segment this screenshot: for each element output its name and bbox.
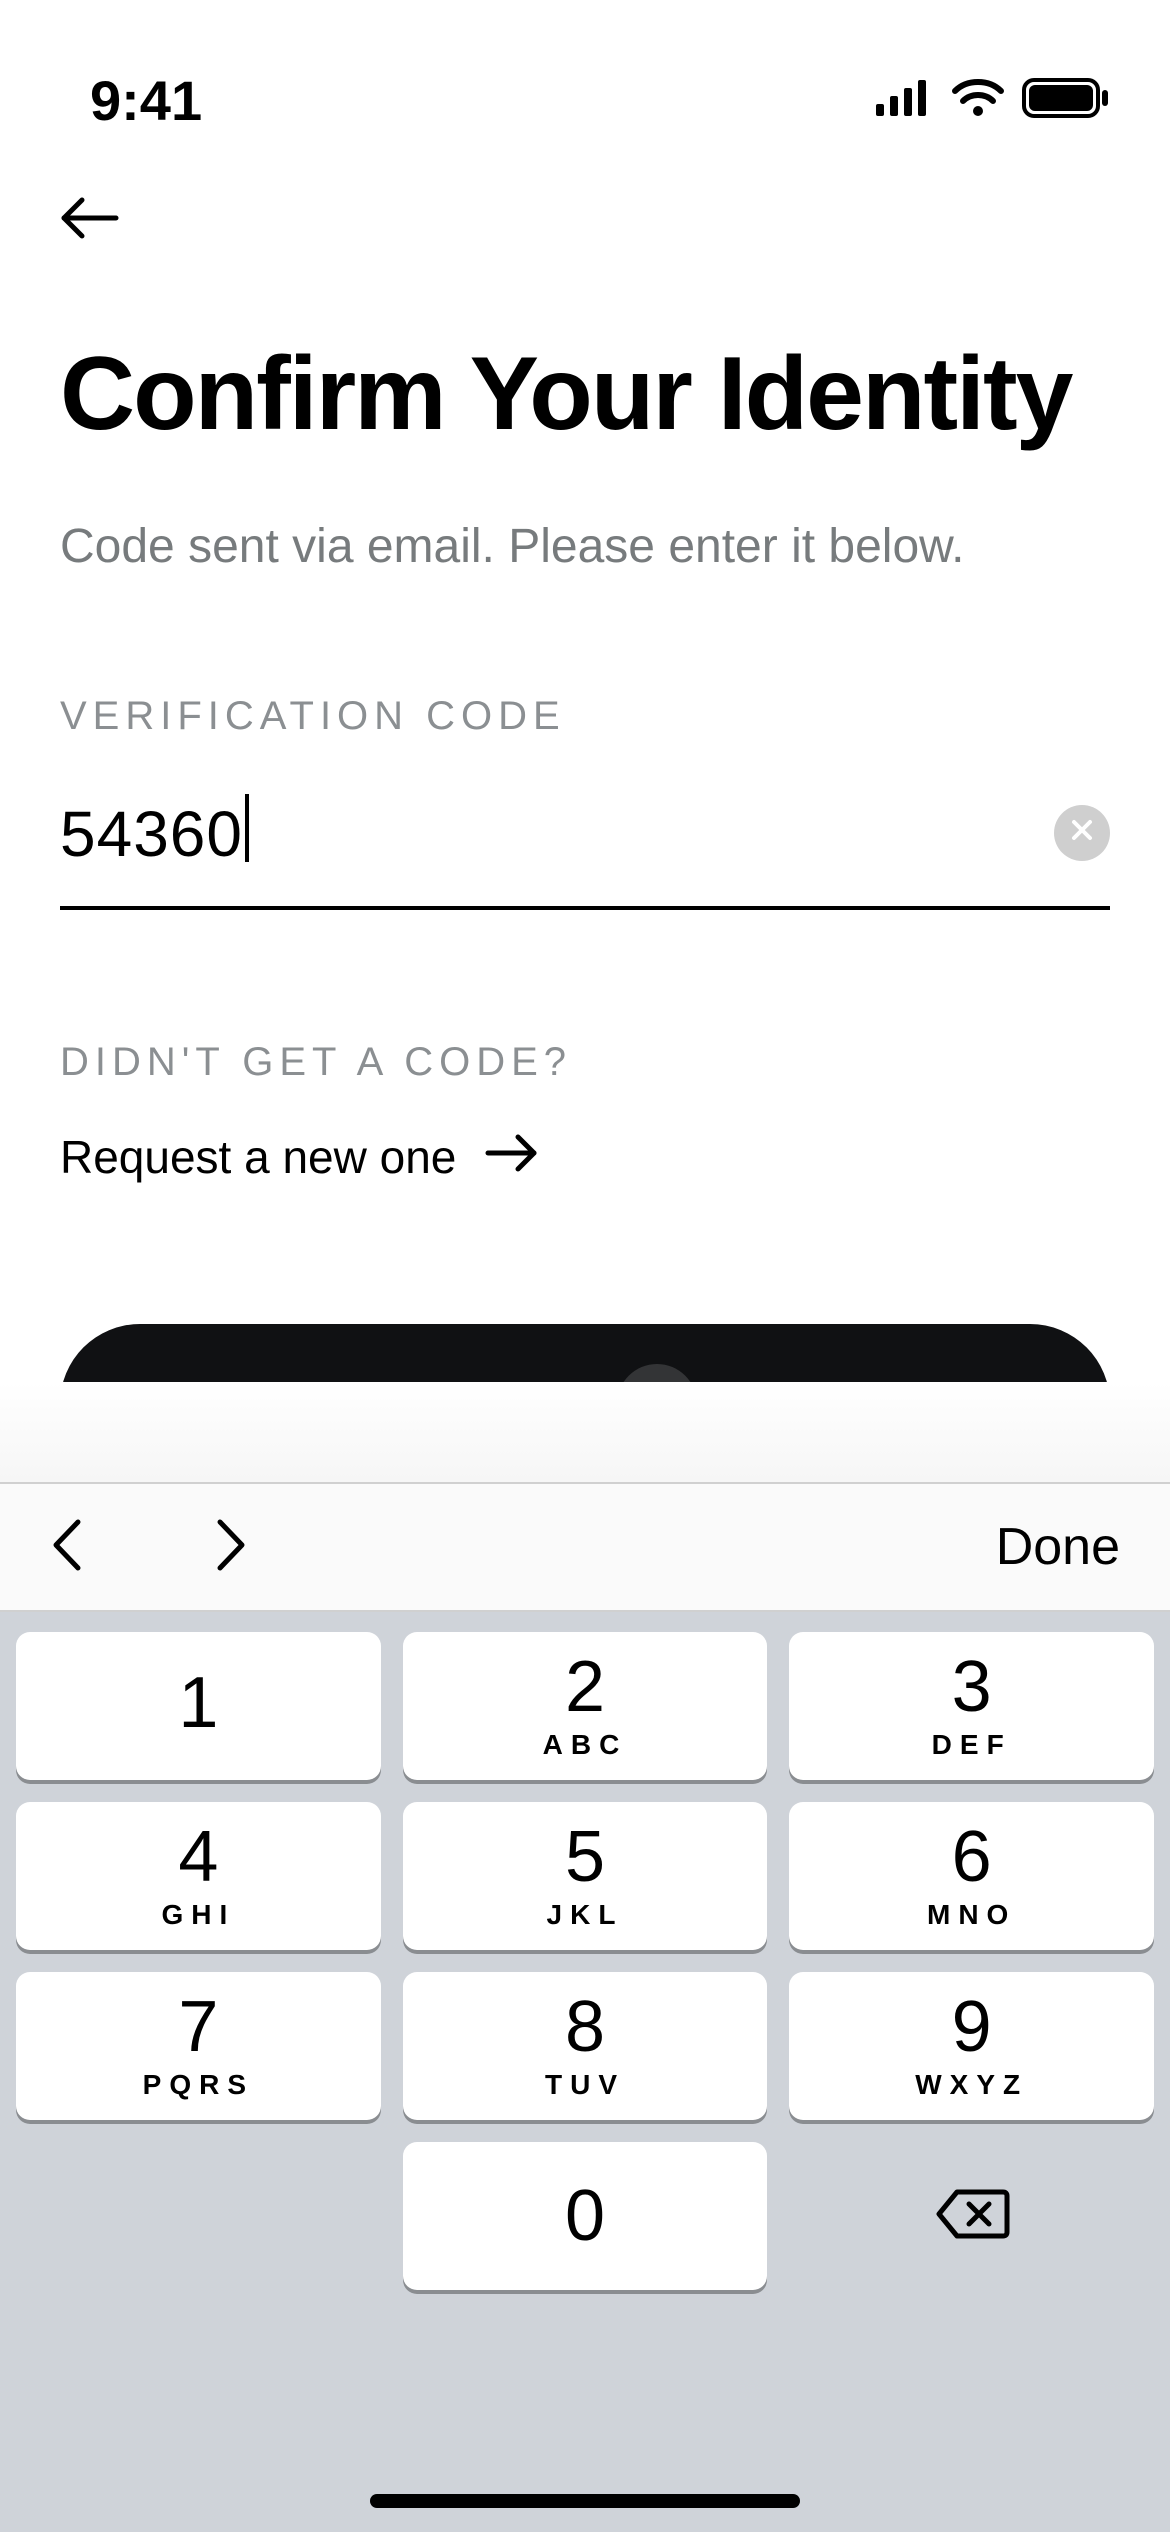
code-value: 54360 bbox=[60, 798, 243, 870]
key-letters: JKL bbox=[547, 1899, 624, 1931]
key-digit: 3 bbox=[952, 1651, 992, 1723]
verification-code-field[interactable]: 54360 bbox=[60, 794, 1110, 910]
key-blank bbox=[16, 2142, 381, 2290]
keyboard-toolbar: Done bbox=[0, 1482, 1170, 1612]
key-1[interactable]: 1 bbox=[16, 1632, 381, 1780]
key-letters: WXYZ bbox=[915, 2069, 1028, 2101]
key-9[interactable]: 9 WXYZ bbox=[789, 1972, 1154, 2120]
key-letters: ABC bbox=[543, 1729, 628, 1761]
status-icons bbox=[876, 78, 1110, 123]
key-letters: DEF bbox=[932, 1729, 1012, 1761]
key-digit: 7 bbox=[178, 1991, 218, 2063]
arrow-right-icon bbox=[484, 1130, 540, 1184]
key-digit: 6 bbox=[952, 1821, 992, 1893]
key-digit: 4 bbox=[178, 1821, 218, 1893]
keyboard-nav bbox=[30, 1516, 250, 1579]
text-caret bbox=[245, 794, 249, 862]
key-digit: 8 bbox=[565, 1991, 605, 2063]
resend-label: DIDN'T GET A CODE? bbox=[60, 1040, 1110, 1085]
page-title: Confirm Your Identity bbox=[60, 340, 1110, 449]
keyboard-next-button[interactable] bbox=[214, 1516, 250, 1579]
page-subtitle: Code sent via email. Please enter it bel… bbox=[60, 519, 1110, 574]
field-label: VERIFICATION CODE bbox=[60, 694, 1110, 739]
key-backspace[interactable] bbox=[789, 2142, 1154, 2290]
key-letters: MNO bbox=[927, 1899, 1016, 1931]
key-7[interactable]: 7 PQRS bbox=[16, 1972, 381, 2120]
key-letters: PQRS bbox=[143, 2069, 254, 2101]
keyboard-done-button[interactable]: Done bbox=[996, 1517, 1120, 1577]
key-digit: 1 bbox=[178, 1667, 218, 1739]
delete-icon bbox=[933, 2186, 1011, 2247]
key-letters: GHI bbox=[161, 1899, 235, 1931]
arrow-left-icon bbox=[60, 196, 120, 245]
key-digit: 2 bbox=[565, 1651, 605, 1723]
status-time: 9:41 bbox=[90, 68, 202, 133]
header bbox=[0, 150, 1170, 250]
key-6[interactable]: 6 MNO bbox=[789, 1802, 1154, 1950]
key-4[interactable]: 4 GHI bbox=[16, 1802, 381, 1950]
xmark-circle-icon bbox=[1068, 816, 1096, 849]
keyboard: Done 1 2 ABC 3 DEF 4 GHI 5 JKL 6 MNO 7 PQRS 8 T… bbox=[0, 1382, 1170, 2532]
keyboard-shadow bbox=[0, 1382, 1170, 1482]
key-digit: 0 bbox=[565, 2180, 605, 2252]
key-0[interactable]: 0 bbox=[403, 2142, 768, 2290]
key-digit: 5 bbox=[565, 1821, 605, 1893]
key-3[interactable]: 3 DEF bbox=[789, 1632, 1154, 1780]
request-new-code-link[interactable]: Request a new one bbox=[60, 1130, 1110, 1184]
key-digit: 9 bbox=[952, 1991, 992, 2063]
clear-input-button[interactable] bbox=[1054, 805, 1110, 861]
key-letters: TUV bbox=[545, 2069, 625, 2101]
resend-link-text: Request a new one bbox=[60, 1130, 456, 1184]
wifi-icon bbox=[952, 79, 1004, 122]
numeric-keypad: 1 2 ABC 3 DEF 4 GHI 5 JKL 6 MNO 7 PQRS 8 TUV 9 W… bbox=[0, 1612, 1170, 2532]
content: Confirm Your Identity Code sent via emai… bbox=[0, 250, 1170, 1484]
home-indicator[interactable] bbox=[370, 2494, 800, 2508]
key-5[interactable]: 5 JKL bbox=[403, 1802, 768, 1950]
key-2[interactable]: 2 ABC bbox=[403, 1632, 768, 1780]
status-bar: 9:41 bbox=[0, 0, 1170, 150]
battery-icon bbox=[1022, 78, 1110, 123]
cellular-icon bbox=[876, 80, 934, 121]
verification-code-input[interactable]: 54360 bbox=[60, 794, 1054, 871]
key-8[interactable]: 8 TUV bbox=[403, 1972, 768, 2120]
back-button[interactable] bbox=[60, 190, 120, 250]
keyboard-prev-button[interactable] bbox=[48, 1516, 84, 1579]
